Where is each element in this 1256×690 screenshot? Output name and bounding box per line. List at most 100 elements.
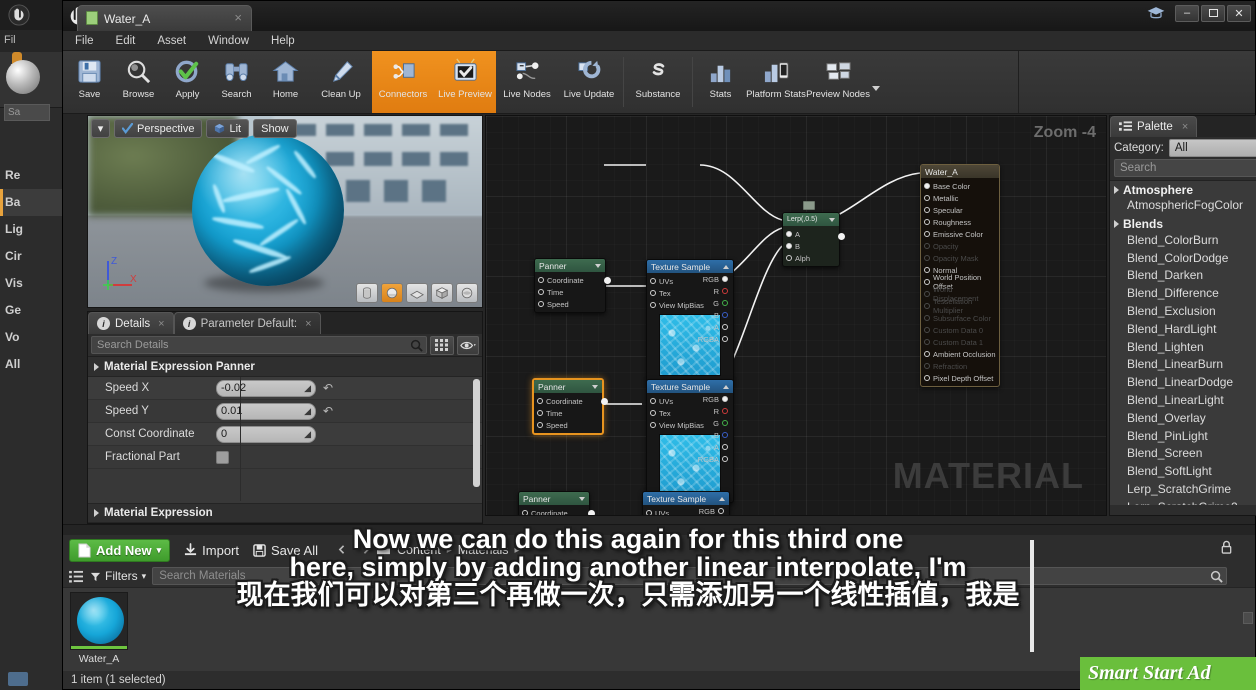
toolbar-stats-button[interactable]: Stats (696, 51, 745, 113)
pin-dot-out[interactable] (601, 398, 608, 405)
menu-edit[interactable]: Edit (116, 35, 136, 47)
node-texture-sample-1[interactable]: Texture Sample UVs Tex View MipBias RGB … (646, 259, 734, 383)
pin-dot-out[interactable] (838, 233, 845, 240)
node-pin-g[interactable]: G (697, 417, 731, 429)
palette-item-blend-exclusion[interactable]: Blend_Exclusion (1110, 304, 1256, 322)
output-pin-emissive-color[interactable]: Emissive Color (921, 228, 999, 240)
node-pin-speed[interactable]: Speed (534, 419, 602, 431)
output-pin-pixel-depth-offset[interactable]: Pixel Depth Offset (921, 372, 999, 384)
output-pin-tessellation-multiplier[interactable]: Tessellation Multiplier (921, 297, 999, 315)
node-texture-sample-2-header[interactable]: Texture Sample (647, 380, 733, 393)
node-pin-time[interactable]: Time (534, 407, 602, 419)
chevron-down-icon[interactable] (592, 384, 598, 389)
node-preview-toggle-icon[interactable] (803, 201, 815, 210)
details-scrollbar[interactable] (473, 379, 480, 487)
minimize-button[interactable]: – (1175, 4, 1199, 22)
tab-close-icon[interactable]: × (305, 318, 311, 330)
node-pin-rgb[interactable]: RGB (693, 505, 727, 515)
chevron-up-icon[interactable] (723, 384, 729, 389)
sources-panel-icon[interactable] (69, 570, 84, 583)
node-pin-b[interactable]: B (697, 309, 731, 321)
node-pin-rgb[interactable]: RGB (697, 273, 731, 285)
tab-close-icon[interactable]: × (234, 10, 242, 25)
palette-item-blend-screen[interactable]: Blend_Screen (1110, 446, 1256, 464)
add-new-button[interactable]: Add New ▾ (69, 538, 171, 562)
bg-sidebar-item-0[interactable]: Re (0, 162, 62, 189)
node-texture-sample-3[interactable]: Texture Sample UVs Tex View MipBias RGB … (642, 491, 730, 515)
output-pin-custom-data-0[interactable]: Custom Data 0 (921, 324, 999, 336)
toolbar-preview-nodes-button[interactable]: Preview Nodes (806, 51, 870, 113)
output-pin-opacity[interactable]: Opacity (921, 240, 999, 252)
node-pin-coordinate[interactable]: Coordinate (535, 274, 605, 286)
details-checkbox-fractional-part[interactable] (216, 450, 229, 464)
node-lerp-header[interactable]: Lerp(,0.5) (783, 213, 839, 226)
chevron-down-icon[interactable] (579, 496, 585, 501)
output-pin-ambient-occlusion[interactable]: Ambient Occlusion (921, 348, 999, 360)
output-pin-specular[interactable]: Specular (921, 204, 999, 216)
palette-item-blend-overlay[interactable]: Blend_Overlay (1110, 411, 1256, 429)
node-pin-b[interactable]: B (783, 240, 839, 252)
close-button[interactable]: ✕ (1227, 4, 1251, 22)
palette-item-blend-linearburn[interactable]: Blend_LinearBurn (1110, 357, 1256, 375)
node-pin-coordinate[interactable]: Coordinate (519, 507, 589, 515)
breadcrumb-content[interactable]: Content (397, 543, 441, 557)
palette-item-blend-colordodge[interactable]: Blend_ColorDodge (1110, 251, 1256, 269)
node-panner-1[interactable]: Panner Coordinate Time Speed (534, 258, 611, 313)
toolbar-home-button[interactable]: Home (261, 51, 310, 113)
toolbar-overflow-caret-icon[interactable] (869, 51, 883, 113)
reset-to-default-icon[interactable]: ↶ (323, 381, 333, 395)
node-material-output-header[interactable]: Water_A (921, 165, 999, 178)
palette-item-blend-lineardodge[interactable]: Blend_LinearDodge (1110, 375, 1256, 393)
details-input-const-coordinate[interactable]: 0 ◢ (216, 425, 316, 443)
sphere-preview-icon[interactable] (381, 283, 403, 303)
save-all-button[interactable]: Save All (253, 543, 318, 558)
output-pin-base-color[interactable]: Base Color (921, 180, 999, 192)
viewport-show-button[interactable]: Show (253, 119, 297, 138)
chevron-up-icon[interactable] (719, 496, 725, 501)
bg-search[interactable]: Sa (4, 104, 50, 121)
spinner-icon[interactable]: ◢ (304, 383, 311, 394)
palette-item-blend-softlight[interactable]: Blend_SoftLight (1110, 464, 1256, 482)
bg-sidebar-item-7[interactable]: All (0, 351, 62, 378)
toolbar-search-button[interactable]: Search (212, 51, 261, 113)
toolbar-browse-button[interactable]: Browse (114, 51, 163, 113)
details-section-header[interactable]: Material Expression Panner (88, 357, 482, 377)
node-panner-2-header[interactable]: Panner (534, 380, 602, 393)
bg-sidebar-item-3[interactable]: Cir (0, 243, 62, 270)
pin-dot-out[interactable] (588, 510, 595, 515)
viewport-options-dropdown[interactable]: ▾ (91, 119, 110, 138)
node-pin-rgba[interactable]: RGBA (697, 333, 731, 345)
node-pin-a[interactable]: A (697, 441, 731, 453)
viewport-perspective-button[interactable]: Perspective (114, 119, 203, 138)
bg-sidebar-item-4[interactable]: Vis (0, 270, 62, 297)
node-pin-r[interactable]: R (697, 285, 731, 297)
node-texture-sample-3-header[interactable]: Texture Sample (643, 492, 729, 505)
import-button[interactable]: Import (184, 543, 239, 558)
tab-close-icon[interactable]: × (1182, 121, 1188, 133)
forward-arrow-icon[interactable] (357, 544, 370, 556)
toolbar-substance-button[interactable]: Substance (627, 51, 689, 113)
node-panner-3-header[interactable]: Panner (519, 492, 589, 505)
node-pin-speed[interactable]: Speed (535, 298, 605, 310)
details-visibility-button[interactable] (457, 335, 479, 355)
chevron-down-icon[interactable] (595, 263, 601, 268)
node-panner-2[interactable]: Panner Coordinate Time Speed (532, 378, 608, 435)
output-pin-roughness[interactable]: Roughness (921, 216, 999, 228)
node-pin-rgb[interactable]: RGB (697, 393, 731, 405)
tab-palette[interactable]: Palette × (1110, 116, 1198, 137)
asset-card-water-a[interactable]: Water_A (70, 592, 128, 675)
filters-button[interactable]: Filters ▾ (90, 569, 146, 583)
palette-search-input[interactable]: Search (1114, 159, 1256, 177)
details-grid-view-button[interactable] (430, 335, 454, 355)
palette-item-blend-colorburn[interactable]: Blend_ColorBurn (1110, 233, 1256, 251)
pin-dot-out[interactable] (604, 277, 611, 284)
mesh-preview-icon[interactable] (456, 283, 478, 303)
palette-list[interactable]: Atmosphere AtmosphericFogColor Blends Bl… (1110, 180, 1256, 505)
palette-item-blend-lighten[interactable]: Blend_Lighten (1110, 340, 1256, 358)
reset-to-default-icon[interactable]: ↶ (323, 404, 333, 418)
palette-group-blends[interactable]: Blends (1110, 216, 1256, 233)
ad-banner[interactable]: Smart Start Ad (1080, 657, 1256, 690)
toolbar-apply-button[interactable]: Apply (163, 51, 212, 113)
palette-item-blend-difference[interactable]: Blend_Difference (1110, 286, 1256, 304)
maximize-button[interactable] (1201, 4, 1225, 22)
